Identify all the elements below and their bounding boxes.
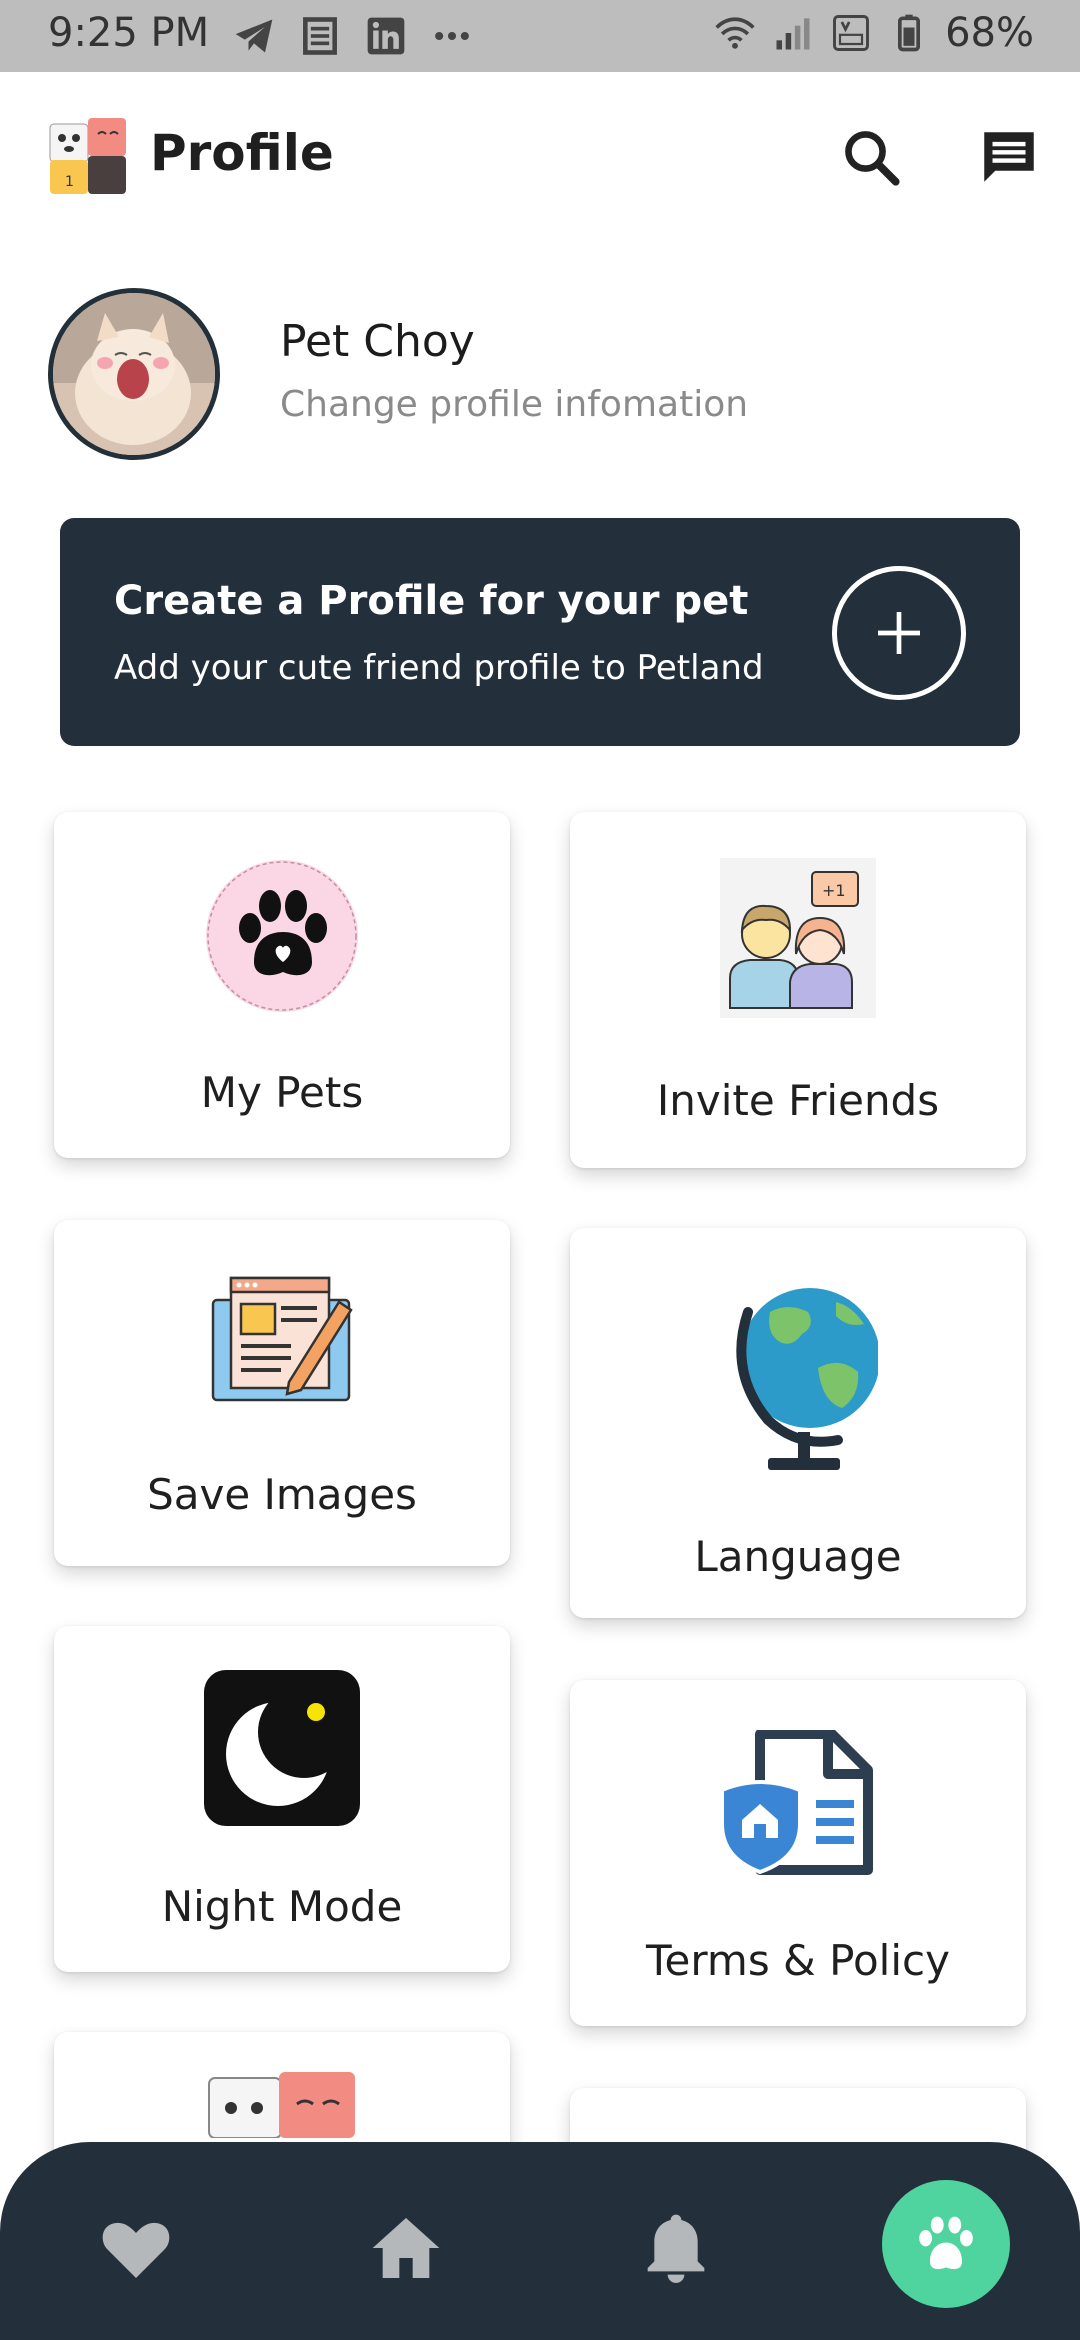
friends-icon: +1 bbox=[720, 858, 876, 1018]
petland-logo-icon bbox=[208, 2072, 355, 2138]
paw-heart-icon bbox=[206, 860, 358, 1012]
nav-pets-active[interactable] bbox=[882, 2180, 1010, 2308]
change-profile-link[interactable]: Change profile infomation bbox=[280, 384, 748, 425]
signal-icon bbox=[776, 18, 810, 50]
save-images-label: Save Images bbox=[147, 1470, 417, 1519]
my-pets-card[interactable]: My Pets bbox=[54, 812, 510, 1158]
linkedin-icon bbox=[367, 17, 405, 55]
paw-icon bbox=[919, 2216, 973, 2270]
news-icon bbox=[303, 17, 337, 55]
language-label: Language bbox=[694, 1532, 902, 1581]
bell-icon[interactable] bbox=[636, 2208, 716, 2288]
status-system-icons: 68% bbox=[713, 10, 1034, 56]
status-bar: 9:25 PM 68% bbox=[0, 0, 1080, 72]
bottom-navigation bbox=[0, 2142, 1080, 2340]
status-time: 9:25 PM bbox=[48, 10, 210, 56]
moon-icon bbox=[204, 1670, 360, 1826]
wifi-icon bbox=[715, 17, 755, 49]
create-pet-profile-banner[interactable]: Create a Profile for your pet Add your c… bbox=[60, 518, 1020, 746]
add-pet-button[interactable] bbox=[832, 566, 966, 700]
telegram-icon bbox=[235, 19, 273, 53]
search-icon[interactable] bbox=[838, 124, 904, 190]
profile-name[interactable]: Pet Choy bbox=[280, 316, 475, 367]
more-dots-icon bbox=[435, 31, 469, 41]
globe-icon bbox=[736, 1288, 878, 1470]
cat-avatar-image bbox=[53, 293, 215, 455]
plus-icon bbox=[878, 612, 920, 654]
banner-title: Create a Profile for your pet bbox=[114, 578, 749, 624]
battery-icon bbox=[898, 14, 921, 52]
app-logo: 1 bbox=[49, 118, 126, 194]
volte-icon bbox=[833, 15, 870, 51]
heart-icon[interactable] bbox=[96, 2208, 176, 2288]
chat-icon[interactable] bbox=[974, 124, 1044, 190]
terms-policy-card[interactable]: Terms & Policy bbox=[570, 1680, 1026, 2026]
battery-percent: 68% bbox=[945, 10, 1034, 56]
svg-text:+1: +1 bbox=[822, 881, 846, 900]
status-notification-icons bbox=[232, 14, 474, 58]
banner-subtitle: Add your cute friend profile to Petland bbox=[114, 648, 764, 688]
page-title: Profile bbox=[150, 124, 334, 182]
avatar[interactable] bbox=[48, 288, 220, 460]
invite-friends-label: Invite Friends bbox=[656, 1076, 940, 1125]
night-mode-label: Night Mode bbox=[161, 1882, 403, 1931]
save-images-card[interactable]: Save Images bbox=[54, 1220, 510, 1566]
language-card[interactable]: Language bbox=[570, 1228, 1026, 1618]
invite-friends-card[interactable]: +1 Invite Friends bbox=[570, 812, 1026, 1168]
policy-document-icon bbox=[720, 1730, 873, 1875]
document-edit-icon bbox=[211, 1276, 353, 1402]
svg-text:1: 1 bbox=[65, 174, 74, 190]
night-mode-card[interactable]: Night Mode bbox=[54, 1626, 510, 1972]
terms-policy-label: Terms & Policy bbox=[646, 1936, 950, 1985]
home-icon[interactable] bbox=[366, 2208, 446, 2288]
app-header: 1 Profile bbox=[0, 72, 1080, 242]
my-pets-label: My Pets bbox=[200, 1068, 364, 1117]
